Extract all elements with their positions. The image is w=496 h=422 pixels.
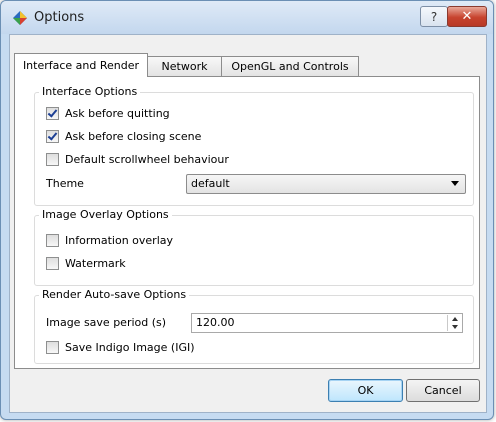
tab-label: OpenGL and Controls	[231, 60, 349, 73]
close-icon: ✕	[461, 9, 473, 24]
save-period-label-text: Image save period (s)	[46, 316, 167, 329]
save-indigo-image-checkbox[interactable]: Save Indigo Image (IGI)	[46, 341, 195, 354]
help-button[interactable]: ?	[420, 6, 448, 27]
image-save-period-spinbox[interactable]: 120.00	[191, 313, 463, 333]
default-scrollwheel-checkbox[interactable]: Default scrollwheel behaviour	[46, 153, 229, 166]
tab-network[interactable]: Network	[146, 56, 223, 76]
checkbox-box[interactable]	[46, 107, 59, 120]
checkbox-box[interactable]	[46, 257, 59, 270]
cancel-button-label: Cancel	[424, 384, 462, 397]
ok-button-label: OK	[357, 384, 374, 397]
help-icon: ?	[430, 9, 438, 24]
theme-label: Theme	[46, 177, 84, 190]
checkbox-label: Ask before quitting	[65, 107, 170, 120]
tab-interface-and-render[interactable]: Interface and Render	[14, 53, 148, 77]
checkbox-box[interactable]	[46, 130, 59, 143]
tab-opengl-and-controls[interactable]: OpenGL and Controls	[221, 56, 359, 76]
checkbox-label: Information overlay	[65, 234, 174, 247]
group-title: Interface Options	[39, 85, 141, 98]
ok-button[interactable]: OK	[328, 379, 403, 402]
theme-select-value: default	[191, 177, 230, 190]
information-overlay-checkbox[interactable]: Information overlay	[46, 234, 173, 247]
checkbox-box[interactable]	[46, 153, 59, 166]
window-title: Options	[34, 10, 85, 25]
cancel-button[interactable]: Cancel	[406, 379, 480, 402]
theme-select[interactable]: default	[186, 174, 466, 194]
arrow-up-icon	[451, 317, 458, 321]
checkbox-box[interactable]	[46, 341, 59, 354]
spin-down-button[interactable]	[448, 323, 461, 331]
watermark-checkbox[interactable]: Watermark	[46, 257, 126, 270]
group-title: Image Overlay Options	[39, 208, 172, 221]
image-save-period-label: Image save period (s)	[46, 316, 166, 329]
checkbox-label: Default scrollwheel behaviour	[65, 153, 229, 166]
close-button[interactable]: ✕	[447, 6, 487, 27]
checkbox-label: Ask before closing scene	[65, 130, 202, 143]
checkbox-label: Watermark	[65, 257, 126, 270]
theme-label-text: Theme	[46, 177, 84, 190]
checkbox-label: Save Indigo Image (IGI)	[65, 341, 195, 354]
checkbox-box[interactable]	[46, 234, 59, 247]
group-title: Render Auto-save Options	[39, 288, 190, 301]
diamond-app-icon	[13, 11, 27, 25]
ask-before-quitting-checkbox[interactable]: Ask before quitting	[46, 107, 170, 120]
image-overlay-options-group: Image Overlay Options	[34, 208, 474, 286]
spin-up-button[interactable]	[448, 315, 461, 323]
title-bar[interactable]: Options ? ✕	[1, 1, 493, 34]
chevron-down-icon	[451, 181, 459, 186]
tab-label: Network	[161, 60, 208, 73]
spinbox-buttons	[447, 315, 461, 331]
ask-before-closing-scene-checkbox[interactable]: Ask before closing scene	[46, 130, 201, 143]
tab-label: Interface and Render	[22, 59, 140, 72]
arrow-down-icon	[451, 325, 458, 329]
spinbox-value: 120.00	[196, 316, 235, 329]
